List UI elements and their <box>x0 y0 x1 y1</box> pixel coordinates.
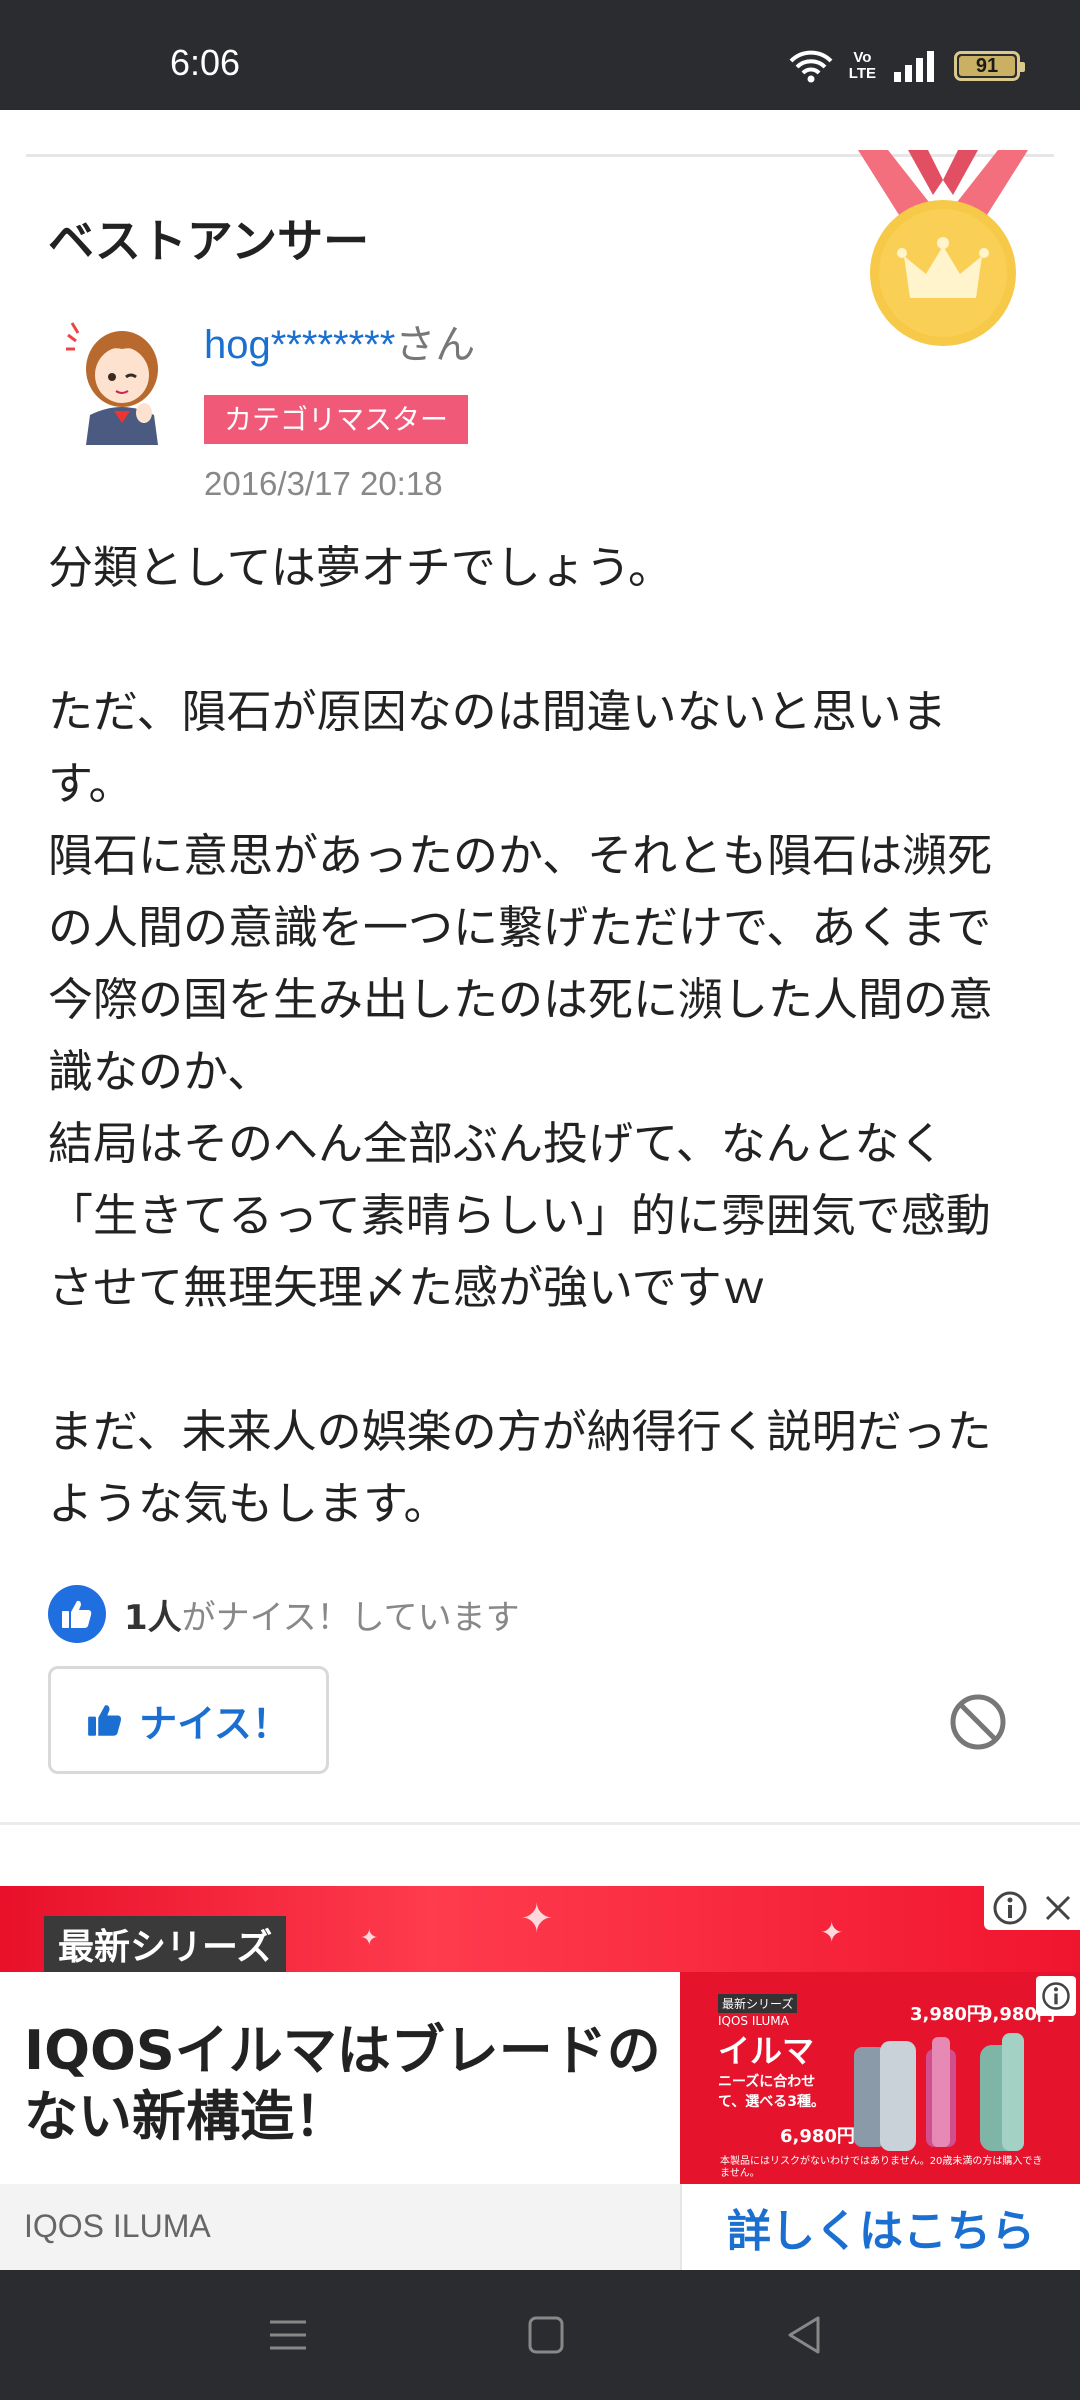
ad-image-tagline: ニーズに合わせて、選べる3種。 <box>718 2074 826 2110</box>
system-nav-bar <box>0 2270 1080 2400</box>
ad-footer: IQOS ILUMA 詳しくはこちら <box>0 2184 1080 2270</box>
thumbs-up-icon <box>88 1705 122 1736</box>
close-icon[interactable] <box>1043 1893 1073 1923</box>
medal-icon <box>858 150 1028 346</box>
status-icons: Vo LTE 91 <box>789 48 1025 84</box>
nice-button[interactable]: ナイス！ <box>48 1666 329 1774</box>
home-icon[interactable] <box>516 2310 576 2360</box>
ad-main[interactable]: IQOSイルマはブレードのない新構造！ <box>0 1972 680 2184</box>
nice-button-label: ナイス！ <box>139 1701 290 1746</box>
ad-image-disclaimer: 本製品にはリスクがないわけではありません。20歳未満の方は購入できません。 <box>720 2156 1043 2179</box>
ad-image-price-one: 6,980円 <box>780 2126 855 2147</box>
thumbs-up-icon <box>48 1585 106 1643</box>
sparkle-icon: ✦ <box>820 1916 844 1949</box>
info-icon[interactable] <box>1036 1976 1076 2016</box>
user-name-suffix: さん <box>395 323 476 367</box>
ad-image-title: イルマ <box>718 2032 815 2070</box>
section-divider <box>0 1822 1080 1825</box>
battery-indicator: 91 <box>954 51 1025 81</box>
nice-count: 1人がナイス！しています <box>48 1585 520 1643</box>
ad-banner-tag: 最新シリーズ <box>44 1916 287 1972</box>
back-icon[interactable] <box>774 2310 834 2360</box>
wifi-icon <box>789 50 833 83</box>
nice-count-number: 1人 <box>124 1597 182 1638</box>
status-bar: 6:06 Vo LTE 91 <box>0 0 1080 110</box>
user-name[interactable]: hog********さん <box>204 312 475 370</box>
sparkle-icon: ✦ <box>360 1926 379 1951</box>
ad-headline[interactable]: IQOSイルマはブレードのない新構造！ <box>24 2018 664 2150</box>
category-master-badge: カテゴリマスター <box>204 395 469 444</box>
signal-icon <box>894 51 934 82</box>
user-name-link[interactable]: hog******** <box>204 323 395 367</box>
answer-body: 分類としては夢オチでしょう。 ただ、隕石が原因なのは間違いないと思います。 隕石… <box>48 541 994 1530</box>
best-answer-heading: ベストアンサー <box>48 214 370 268</box>
device-image <box>854 2033 1024 2151</box>
ad-image-price-prime: 3,980円 <box>910 2004 985 2025</box>
volte-indicator: Vo LTE <box>848 49 876 82</box>
nice-count-text: がナイス！しています <box>181 1597 520 1638</box>
avatar <box>66 322 158 445</box>
info-icon[interactable] <box>992 1890 1028 1926</box>
ad-controls <box>984 1886 1080 1930</box>
ad-banner[interactable]: ✦ ✦ ✦ 最新シリーズ <box>0 1886 1080 1972</box>
ad-image[interactable]: 最新シリーズ IQOS ILUMA イルマ ニーズに合わせて、選べる3種。 6,… <box>680 1972 1080 2184</box>
block-icon[interactable] <box>948 1692 1008 1752</box>
sparkle-icon: ✦ <box>520 1896 554 1942</box>
ad-image-tag: 最新シリーズ <box>718 1994 798 2013</box>
ad-brand: IQOS ILUMA <box>24 2208 211 2244</box>
menu-icon[interactable] <box>258 2310 318 2360</box>
answer-date: 2016/3/17 20:18 <box>204 465 443 502</box>
ad-cta-button[interactable]: 詳しくはこちら <box>680 2184 1080 2270</box>
status-time: 6:06 <box>170 42 241 83</box>
